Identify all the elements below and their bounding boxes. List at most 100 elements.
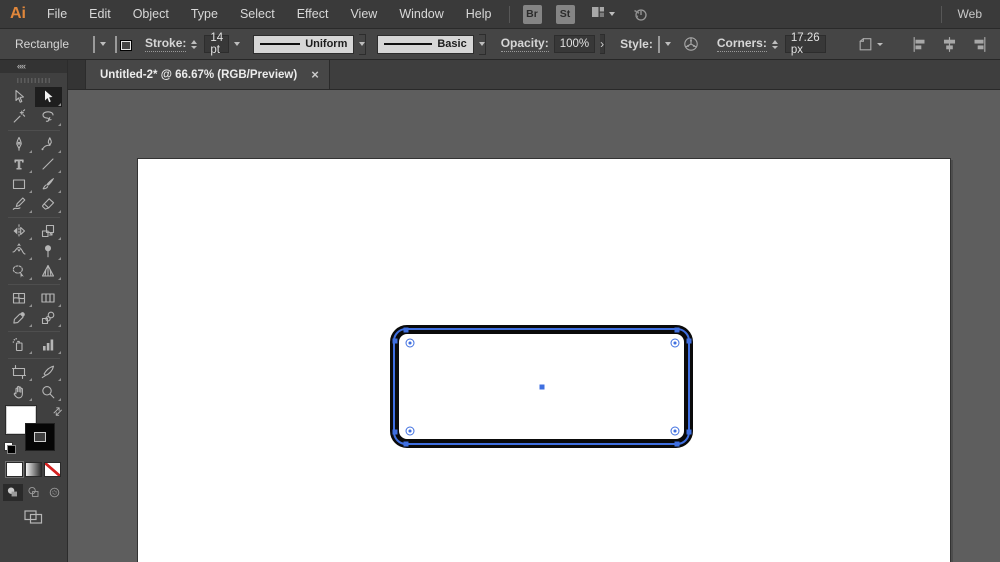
stroke-color-swatch[interactable] xyxy=(115,35,133,53)
graphic-style-dropdown[interactable] xyxy=(664,35,671,54)
menu-help[interactable]: Help xyxy=(455,0,503,29)
rectangle-tool[interactable] xyxy=(6,174,33,194)
gradient-tool[interactable] xyxy=(35,288,62,308)
document-tab[interactable]: Untitled-2* @ 66.67% (RGB/Preview) × xyxy=(86,60,330,89)
gpu-performance-button[interactable] xyxy=(631,5,649,23)
corner-widget[interactable] xyxy=(670,338,680,348)
fill-color-dropdown[interactable] xyxy=(100,35,107,54)
type-tool[interactable]: T xyxy=(6,154,33,174)
eraser-tool[interactable] xyxy=(35,194,62,214)
width-tool[interactable] xyxy=(6,241,33,261)
corner-widget[interactable] xyxy=(405,426,415,436)
menu-select[interactable]: Select xyxy=(229,0,286,29)
brush-definition-dropdown[interactable]: Basic xyxy=(377,34,474,54)
pencil-tool[interactable] xyxy=(6,194,33,214)
magic-wand-tool[interactable] xyxy=(6,107,33,127)
anchor-point[interactable] xyxy=(392,429,397,435)
align-left-button[interactable] xyxy=(911,36,928,53)
symbol-sprayer-tool[interactable] xyxy=(6,335,33,355)
menu-window[interactable]: Window xyxy=(388,0,454,29)
artboard-tool[interactable] xyxy=(6,362,33,382)
graphic-style-swatch[interactable] xyxy=(657,35,660,53)
align-right-button[interactable] xyxy=(971,36,988,53)
anchor-point[interactable] xyxy=(403,327,409,332)
corners-value[interactable]: 17.26 px xyxy=(784,32,826,56)
corner-widget[interactable] xyxy=(405,338,415,348)
menu-object[interactable]: Object xyxy=(122,0,180,29)
shape-builder-icon xyxy=(12,265,24,278)
scale-tool[interactable] xyxy=(35,221,62,241)
opacity-value[interactable]: 100% xyxy=(553,35,596,53)
width-profile-chevron[interactable] xyxy=(359,33,367,55)
brush-definition-chevron[interactable] xyxy=(478,33,486,55)
draw-normal-button[interactable] xyxy=(2,484,23,501)
corners-stepper[interactable] xyxy=(771,39,778,49)
tools-panel-grip[interactable] xyxy=(16,78,51,83)
opacity-label[interactable]: Opacity: xyxy=(500,36,549,52)
draw-normal-icon xyxy=(7,487,17,497)
hand-tool[interactable] xyxy=(6,382,33,402)
stroke-weight-dropdown[interactable] xyxy=(234,35,241,54)
slice-tool[interactable] xyxy=(35,362,62,382)
stroke-weight-label[interactable]: Stroke: xyxy=(145,36,187,52)
perspective-grid-tool[interactable] xyxy=(35,261,62,281)
menu-edit[interactable]: Edit xyxy=(78,0,122,29)
pen-tool[interactable] xyxy=(6,134,33,154)
menu-view[interactable]: View xyxy=(339,0,388,29)
screen-mode-button[interactable] xyxy=(23,508,45,531)
corner-widget[interactable] xyxy=(670,426,680,436)
anchor-point[interactable] xyxy=(674,327,680,332)
none-button[interactable] xyxy=(44,462,61,477)
canvas-area[interactable] xyxy=(68,90,1000,562)
mesh-tool[interactable] xyxy=(6,288,33,308)
anchor-point[interactable] xyxy=(686,338,691,344)
recolor-artwork-icon xyxy=(684,37,698,51)
stroke-weight-stepper[interactable] xyxy=(191,39,198,49)
anchor-point[interactable] xyxy=(403,441,409,446)
direct-selection-tool[interactable] xyxy=(34,87,62,107)
stroke-proxy-swatch[interactable] xyxy=(24,423,55,451)
bridge-button[interactable]: Br xyxy=(522,4,542,24)
color-button[interactable] xyxy=(5,461,24,478)
align-horizontal-center-button[interactable] xyxy=(941,36,958,53)
collapse-panel-button[interactable]: «« xyxy=(0,60,67,73)
gradient-button[interactable] xyxy=(25,462,42,477)
swap-fill-stroke-icon[interactable]: ⇄ xyxy=(50,404,66,419)
opacity-more-button[interactable]: › xyxy=(600,34,606,54)
tab-close-icon[interactable]: × xyxy=(311,68,319,81)
draw-inside-button[interactable] xyxy=(45,484,65,501)
draw-behind-button[interactable] xyxy=(24,484,44,501)
width-profile-dropdown[interactable]: Uniform xyxy=(253,34,355,54)
eyedropper-tool[interactable] xyxy=(6,308,33,328)
anchor-point[interactable] xyxy=(392,338,397,344)
fill-color-swatch[interactable] xyxy=(93,35,96,53)
toolbar-divider xyxy=(7,130,60,131)
stroke-weight-value[interactable]: 14 pt xyxy=(204,32,230,56)
lasso-tool[interactable] xyxy=(35,107,62,127)
paintbrush-tool[interactable] xyxy=(35,174,62,194)
stock-button[interactable]: St xyxy=(555,4,575,24)
style-label: Style: xyxy=(620,37,653,51)
menu-file[interactable]: File xyxy=(36,0,78,29)
shape-builder-tool[interactable] xyxy=(6,261,33,281)
workspace-name-label[interactable]: Web xyxy=(958,7,982,21)
zoom-tool[interactable] xyxy=(35,382,62,402)
selection-tool[interactable] xyxy=(6,87,33,107)
center-anchor[interactable] xyxy=(539,384,544,389)
menu-effect[interactable]: Effect xyxy=(286,0,340,29)
curvature-tool[interactable] xyxy=(35,134,62,154)
recolor-artwork-button[interactable] xyxy=(682,35,700,53)
anchor-point[interactable] xyxy=(686,429,691,435)
menu-type[interactable]: Type xyxy=(180,0,229,29)
anchor-point[interactable] xyxy=(674,441,680,446)
puppet-warp-tool[interactable] xyxy=(35,241,62,261)
corners-label[interactable]: Corners: xyxy=(716,36,767,52)
column-graph-tool[interactable] xyxy=(35,335,62,355)
reflect-tool[interactable] xyxy=(6,221,33,241)
shape-properties-button[interactable] xyxy=(857,36,883,53)
blend-tool[interactable] xyxy=(35,308,62,328)
default-fill-stroke-icon[interactable] xyxy=(3,442,16,454)
selected-rounded-rectangle[interactable] xyxy=(390,325,693,448)
workspace-switcher-button[interactable] xyxy=(590,4,615,25)
line-segment-tool[interactable] xyxy=(35,154,62,174)
